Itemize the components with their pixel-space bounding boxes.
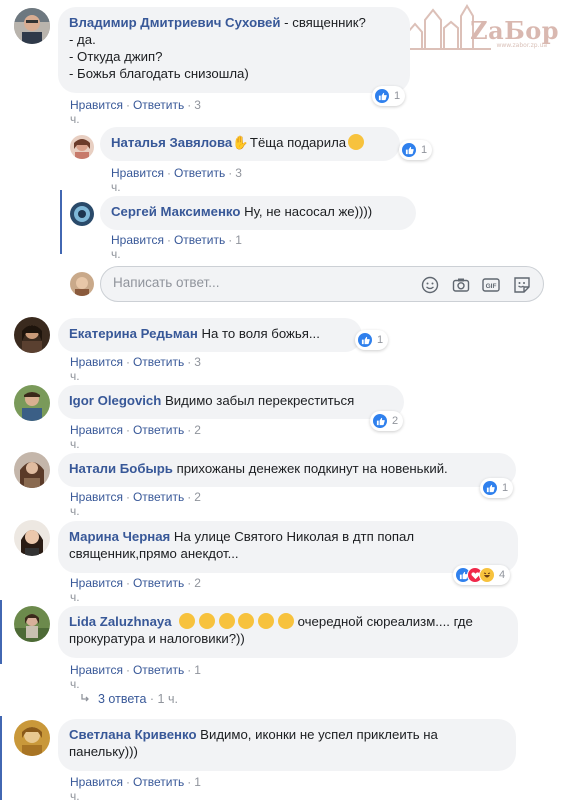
emoji-icon[interactable]: [421, 276, 439, 294]
like-link[interactable]: Нравится: [70, 663, 123, 677]
replies-count[interactable]: 3 ответа: [98, 692, 146, 706]
avatar[interactable]: [14, 452, 50, 488]
comment-text: Видимо забыл перекреститься: [161, 393, 355, 408]
comment-text: прихожаны денежек подкинут на новенький.: [172, 461, 448, 476]
like-link[interactable]: Нравится: [70, 98, 123, 112]
laughing-emoji-icon: [277, 613, 294, 629]
like-link[interactable]: Нравится: [70, 490, 123, 504]
my-avatar: [70, 272, 94, 296]
comment-text: Ну, не насосал же)))): [240, 204, 373, 219]
laughing-emoji-icon: [238, 613, 255, 629]
laughing-emoji-icon: [179, 613, 196, 629]
comment-bubble: Сергей Максименко Ну, не насосал же)))): [100, 196, 416, 230]
reply-link[interactable]: Ответить: [133, 663, 184, 677]
reply-link[interactable]: Ответить: [133, 775, 184, 789]
avatar[interactable]: [14, 8, 50, 44]
reply-link[interactable]: Ответить: [133, 355, 184, 369]
like-link[interactable]: Нравится: [70, 775, 123, 789]
comment-bubble: Натали Бобырь прихожаны денежек подкинут…: [58, 453, 516, 487]
laughing-emoji-icon: [218, 613, 235, 629]
reply-link[interactable]: Ответить: [174, 233, 225, 247]
reply-arrow-icon: [80, 692, 90, 706]
avatar[interactable]: [70, 135, 94, 159]
laughing-emoji-icon: [257, 613, 274, 629]
like-link[interactable]: Нравится: [70, 423, 123, 437]
thread-indicator: [0, 600, 2, 664]
reaction-count[interactable]: 1: [399, 140, 433, 160]
reply-input[interactable]: [113, 275, 413, 290]
like-icon: [372, 413, 388, 429]
view-replies-link[interactable]: 3 ответа · 1 ч.: [80, 692, 178, 706]
avatar[interactable]: [14, 606, 50, 642]
camera-icon[interactable]: [452, 276, 470, 294]
comment-bubble: Igor Olegovich Видимо забыл перекрестить…: [58, 385, 404, 419]
reaction-count[interactable]: 1: [372, 86, 406, 106]
watermark-text: ZaБор: [470, 16, 559, 45]
wave-hand-icon: ✋: [232, 135, 249, 150]
comment-actions: Нравится · Ответить · 2 ч.: [70, 423, 201, 451]
avatar[interactable]: [14, 520, 50, 556]
comment-text: На то воля божья...: [197, 326, 320, 341]
avatar[interactable]: [14, 385, 50, 421]
like-link[interactable]: Нравится: [111, 233, 164, 247]
comment-bubble: Светлана Кривенко Видимо, иконки не успе…: [58, 719, 516, 771]
thread-indicator: [0, 716, 2, 800]
avatar[interactable]: [14, 317, 50, 353]
reaction-count[interactable]: 4: [453, 565, 511, 585]
comment-actions: Нравится · Ответить · 3 ч.: [70, 98, 201, 126]
comment-author[interactable]: Натали Бобырь: [69, 461, 173, 476]
gif-icon[interactable]: GIF: [482, 276, 500, 294]
like-icon: [357, 332, 373, 348]
comment-author[interactable]: Марина Черная: [69, 529, 170, 544]
like-icon: [401, 142, 417, 158]
watermark-url: www.zabor.zp.ua: [496, 42, 547, 49]
avatar[interactable]: [14, 720, 50, 756]
svg-text:GIF: GIF: [486, 283, 497, 290]
comment-author[interactable]: Наталья Завялова: [111, 135, 232, 150]
reaction-count[interactable]: 1: [355, 330, 389, 350]
comment-bubble: Наталья Завялова✋ Тёща подарила: [100, 127, 400, 161]
comment-bubble: Екатерина Редьман На то воля божья...: [58, 318, 362, 352]
reply-link[interactable]: Ответить: [174, 166, 225, 180]
like-link[interactable]: Нравится: [70, 576, 123, 590]
reply-composer[interactable]: GIF: [100, 266, 544, 302]
like-icon: [482, 480, 498, 496]
comment-bubble: Марина Черная На улице Святого Николая в…: [58, 521, 518, 573]
comment-author[interactable]: Сергей Максименко: [111, 204, 240, 219]
sticker-icon[interactable]: [513, 276, 531, 294]
reply-link[interactable]: Ответить: [133, 423, 184, 437]
reaction-count[interactable]: 1: [480, 478, 514, 498]
comment-author[interactable]: Igor Olegovich: [69, 393, 161, 408]
reply-link[interactable]: Ответить: [133, 98, 184, 112]
comment-actions: Нравится · Ответить · 1 ч.: [70, 663, 201, 691]
comment-author[interactable]: Екатерина Редьман: [69, 326, 198, 341]
watermark-logo: ZaБор www.zabor.zp.ua: [403, 2, 563, 54]
avatar[interactable]: [70, 202, 94, 226]
like-link[interactable]: Нравится: [111, 166, 164, 180]
haha-icon: [479, 567, 495, 583]
thread-indicator: [60, 190, 62, 254]
comment-actions: Нравится · Ответить · 2 ч.: [70, 576, 201, 604]
like-link[interactable]: Нравится: [70, 355, 123, 369]
comment-actions: Нравится · Ответить · 3 ч.: [111, 166, 242, 194]
comment-bubble: Lida Zaluzhnaya очередной сюреализм.... …: [58, 606, 518, 658]
comment-actions: Нравится · Ответить · 3 ч.: [70, 355, 201, 383]
reply-link[interactable]: Ответить: [133, 490, 184, 504]
comment-author[interactable]: Lida Zaluzhnaya: [69, 614, 172, 629]
reply-link[interactable]: Ответить: [133, 576, 184, 590]
comment-bubble: Владимир Дмитриевич Суховей - священник?…: [58, 7, 410, 93]
comment-author[interactable]: Владимир Дмитриевич Суховей: [69, 15, 281, 30]
comment-text: Тёща подарила: [246, 135, 347, 150]
comment-actions: Нравится · Ответить · 1 ч.: [111, 233, 242, 261]
laughing-emoji-icon: [348, 134, 365, 150]
comment-actions: Нравится · Ответить · 2 ч.: [70, 490, 201, 518]
comment-actions: Нравится · Ответить · 1 ч.: [70, 775, 201, 800]
laughing-emoji-icon: [198, 613, 215, 629]
like-icon: [374, 88, 390, 104]
reaction-count[interactable]: 2: [370, 411, 404, 431]
comment-author[interactable]: Светлана Кривенко: [69, 727, 197, 742]
